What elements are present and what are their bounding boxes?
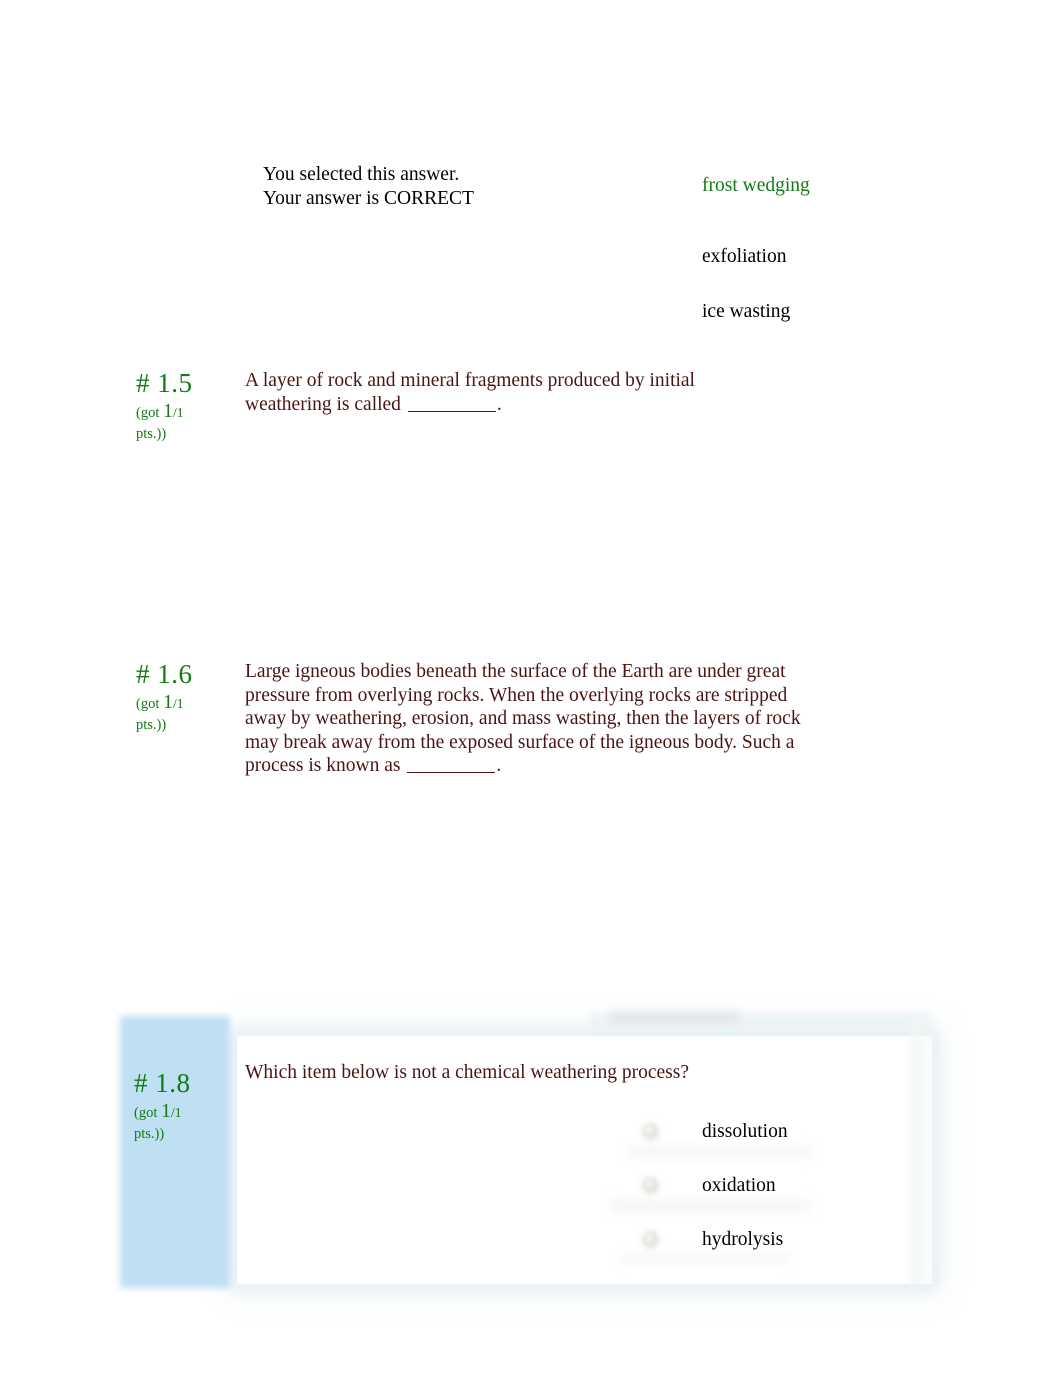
radio-button-icon[interactable] xyxy=(643,1124,658,1139)
panel-top-artifact xyxy=(610,1012,740,1022)
question-panel-1-8: # 1.8 (got 1/1 pts.)) Which item below i… xyxy=(110,1008,940,1300)
points-prefix: (got xyxy=(136,696,160,712)
question-text-tail: . xyxy=(496,393,502,415)
answer-blank xyxy=(407,398,496,412)
question-text-1-8: Which item below is not a chemical weath… xyxy=(245,1061,865,1085)
question-text-1-5: A layer of rock and mineral fragments pr… xyxy=(245,369,745,416)
answer-option-label: frost wedging xyxy=(702,175,810,196)
question-number: # 1.6 xyxy=(136,659,193,689)
feedback-line-selected: You selected this answer. xyxy=(263,164,460,185)
radio-button-icon[interactable] xyxy=(643,1178,658,1193)
points-suffix: pts.)) xyxy=(136,426,167,442)
points-suffix: pts.)) xyxy=(136,717,167,733)
question-number: # 1.8 xyxy=(134,1068,191,1098)
panel-ghost-row-2 xyxy=(610,1200,810,1212)
answer-option-label: exfoliation xyxy=(702,246,787,267)
answer-feedback-block: You selected this answer. Your answer is… xyxy=(263,163,593,210)
question-number-block-1-6: # 1.6 (got 1/1 pts.)) xyxy=(136,659,246,736)
answer-option-label: oxidation xyxy=(702,1175,776,1196)
panel-ghost-row-1 xyxy=(630,1146,810,1158)
question-number-block-1-5: # 1.5 (got 1/1 pts.)) xyxy=(136,368,246,445)
radio-button-icon[interactable] xyxy=(643,1232,658,1247)
question-text-body: Large igneous bodies beneath the surface… xyxy=(245,661,801,776)
question-number-highlight-bar xyxy=(120,1016,230,1288)
feedback-line-correctness: Your answer is CORRECT xyxy=(263,187,474,209)
points-suffix: pts.)) xyxy=(134,1126,165,1142)
points-earned: 1 xyxy=(162,691,173,713)
points-earned: 1 xyxy=(160,1100,171,1122)
question-points: (got 1/1 pts.)) xyxy=(134,1101,244,1145)
answer-option-label: ice wasting xyxy=(702,301,791,322)
answer-option-frost-wedging[interactable]: frost wedging xyxy=(702,174,810,197)
answer-option-label: dissolution xyxy=(702,1121,788,1142)
panel-right-fade xyxy=(910,1018,940,1286)
question-points: (got 1/1 pts.)) xyxy=(136,692,246,736)
question-text-1-6: Large igneous bodies beneath the surface… xyxy=(245,660,805,778)
question-text-body: Which item below is not a chemical weath… xyxy=(245,1062,690,1083)
question-text-tail: . xyxy=(496,755,502,776)
answer-option-ice-wasting[interactable]: ice wasting xyxy=(702,300,790,323)
points-possible: /1 xyxy=(170,1105,182,1120)
question-number: # 1.5 xyxy=(136,368,193,398)
points-earned: 1 xyxy=(162,400,173,422)
points-possible: /1 xyxy=(172,696,184,711)
answer-blank xyxy=(407,759,496,773)
panel-ghost-row-3 xyxy=(620,1254,790,1264)
answer-option-exfoliation[interactable]: exfoliation xyxy=(702,245,786,268)
answer-option-label: hydrolysis xyxy=(702,1229,784,1250)
points-prefix: (got xyxy=(136,405,160,421)
points-possible: /1 xyxy=(172,405,184,420)
points-prefix: (got xyxy=(134,1105,158,1121)
question-number-block-1-8: # 1.8 (got 1/1 pts.)) xyxy=(134,1068,244,1145)
question-points: (got 1/1 pts.)) xyxy=(136,401,246,445)
